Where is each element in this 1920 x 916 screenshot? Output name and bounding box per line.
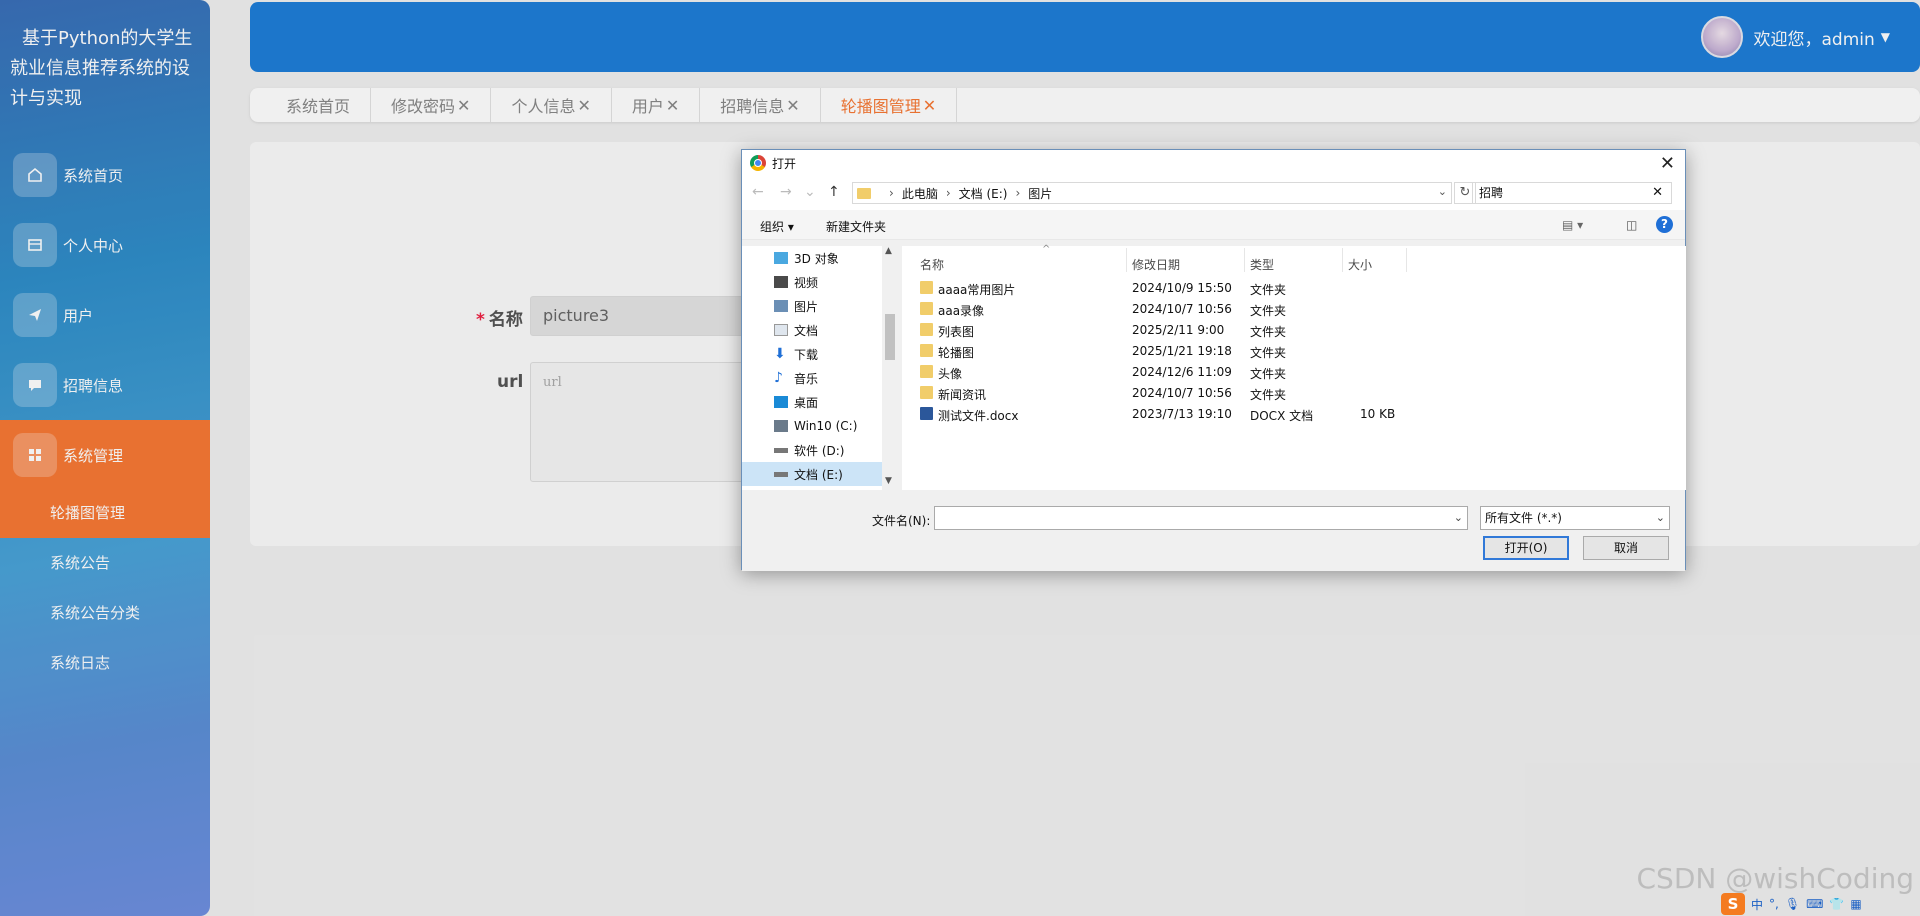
- scroll-up-icon[interactable]: ▲: [885, 246, 892, 256]
- watermark: CSDN @wishCoding: [1636, 862, 1915, 895]
- view-options-icon[interactable]: ▤ ▾: [1562, 218, 1583, 232]
- folder-icon: [920, 323, 933, 336]
- filename-input[interactable]: ⌄: [934, 506, 1468, 530]
- tree-item[interactable]: ⬇ 下载: [742, 342, 898, 366]
- recent-chevron-icon[interactable]: ⌄: [804, 184, 816, 200]
- file-list: 名称 ^ 修改日期 类型 大小 aaaa常用图片 2024/10/9 15:50 文…: [902, 244, 1686, 490]
- search-input[interactable]: 招聘 ✕: [1472, 182, 1672, 204]
- folder-icon: [920, 281, 933, 294]
- folder-icon: [920, 365, 933, 378]
- drive-icon: [774, 447, 788, 453]
- tree-item[interactable]: 文档: [742, 318, 898, 342]
- sogou-logo-icon[interactable]: S: [1721, 893, 1745, 915]
- file-row[interactable]: 新闻资讯 2024/10/7 10:56 文件夹: [914, 383, 1674, 404]
- download-icon: ⬇: [774, 346, 786, 362]
- ime-mode[interactable]: 中: [1751, 896, 1763, 913]
- file-row[interactable]: aaaa常用图片 2024/10/9 15:50 文件夹: [914, 278, 1674, 299]
- address-bar[interactable]: › 此电脑 › 文档 (E:) › 图片 ⌄: [852, 182, 1452, 204]
- filetype-select[interactable]: 所有文件 (*.*) ⌄: [1480, 506, 1670, 530]
- file-row[interactable]: 列表图 2025/2/11 9:00 文件夹: [914, 320, 1674, 341]
- dialog-title: 打开: [772, 156, 797, 171]
- chevron-down-icon: ⌄: [1655, 511, 1665, 524]
- column-divider[interactable]: [1406, 248, 1407, 272]
- preview-pane-icon[interactable]: ◫: [1626, 218, 1637, 232]
- close-icon[interactable]: ✕: [1660, 153, 1675, 174]
- tree-item[interactable]: 3D 对象: [742, 246, 898, 270]
- dialog-footer: 文件名(N): ⌄ 所有文件 (*.*) ⌄ 打开(O) 取消: [742, 490, 1685, 571]
- breadcrumb-item[interactable]: 文档 (E:): [959, 185, 1008, 202]
- skin-icon[interactable]: 👕: [1829, 897, 1844, 911]
- organize-menu[interactable]: 组织 ▾: [760, 218, 794, 235]
- navigation-tree: 3D 对象 视频 图片 文档 ⬇ 下载 ♪ 音乐 桌面 Win10 (C:) 软件 …: [742, 246, 898, 490]
- tree-item[interactable]: ♪ 音乐: [742, 366, 898, 390]
- tree-scrollbar[interactable]: ▲ ▼: [882, 246, 898, 490]
- file-row[interactable]: 头像 2024/12/6 11:09 文件夹: [914, 362, 1674, 383]
- tree-item[interactable]: 视频: [742, 270, 898, 294]
- column-divider[interactable]: [1126, 248, 1127, 272]
- cancel-button[interactable]: 取消: [1583, 536, 1669, 560]
- search-value: 招聘: [1479, 186, 1504, 200]
- folder-icon: [857, 187, 871, 199]
- folder-icon: [920, 344, 933, 357]
- column-date[interactable]: 修改日期: [1132, 256, 1180, 273]
- video-icon: [774, 276, 788, 288]
- tree-item[interactable]: Win10 (C:): [742, 414, 898, 438]
- clear-icon[interactable]: ✕: [1652, 183, 1663, 203]
- scroll-down-icon[interactable]: ▼: [885, 476, 892, 486]
- new-folder-button[interactable]: 新建文件夹: [826, 218, 886, 235]
- chevron-down-icon[interactable]: ⌄: [1454, 511, 1463, 524]
- sort-up-icon: ^: [1042, 244, 1051, 255]
- file-row[interactable]: 测试文件.docx 2023/7/13 19:10 DOCX 文档 10 KB: [914, 404, 1674, 425]
- file-row[interactable]: 轮播图 2025/1/21 19:18 文件夹: [914, 341, 1674, 362]
- tree-item[interactable]: 桌面: [742, 390, 898, 414]
- forward-arrow-icon[interactable]: →: [780, 184, 792, 200]
- dialog-navbar: ← → ⌄ ↑ › 此电脑 › 文档 (E:) › 图片 ⌄ ↻ 招聘 ✕: [742, 176, 1685, 210]
- punctuation-icon[interactable]: °,: [1769, 897, 1779, 911]
- file-row[interactable]: aaa录像 2024/10/7 10:56 文件夹: [914, 299, 1674, 320]
- back-arrow-icon[interactable]: ←: [752, 184, 764, 200]
- chevron-down-icon[interactable]: ⌄: [1438, 185, 1447, 198]
- microphone-icon[interactable]: 🎙: [1785, 897, 1800, 911]
- chevron-right-icon: ›: [889, 186, 894, 200]
- ime-tray: S 中 °, 🎙 ⌨ 👕 ▦: [1715, 892, 1920, 916]
- word-doc-icon: [920, 407, 933, 420]
- drive-icon: [774, 471, 788, 477]
- tree-item[interactable]: 图片: [742, 294, 898, 318]
- column-type[interactable]: 类型: [1250, 256, 1274, 273]
- folder-icon: [920, 302, 933, 315]
- pictures-icon: [774, 300, 788, 312]
- help-icon[interactable]: ?: [1656, 216, 1673, 233]
- chevron-right-icon: ›: [1015, 186, 1021, 200]
- 3d-objects-icon: [774, 252, 788, 264]
- folder-icon: [920, 386, 933, 399]
- tree-item-selected[interactable]: 文档 (E:): [742, 462, 898, 486]
- file-open-dialog: 打开 ✕ ← → ⌄ ↑ › 此电脑 › 文档 (E:) › 图片 ⌄ ↻ 招聘…: [741, 149, 1686, 571]
- scroll-thumb[interactable]: [885, 314, 895, 360]
- chevron-right-icon: ›: [945, 186, 951, 200]
- breadcrumb-item[interactable]: 此电脑: [902, 185, 938, 202]
- keyboard-icon[interactable]: ⌨: [1806, 897, 1823, 911]
- toolbox-icon[interactable]: ▦: [1850, 897, 1861, 911]
- tree-item[interactable]: 软件 (D:): [742, 438, 898, 462]
- column-name[interactable]: 名称: [920, 256, 944, 273]
- documents-icon: [774, 324, 788, 336]
- filename-label: 文件名(N):: [872, 514, 931, 528]
- music-icon: ♪: [774, 370, 783, 386]
- up-arrow-icon[interactable]: ↑: [828, 184, 840, 200]
- open-button[interactable]: 打开(O): [1483, 536, 1569, 560]
- chrome-icon: [750, 155, 766, 171]
- column-size[interactable]: 大小: [1348, 256, 1372, 273]
- column-divider[interactable]: [1342, 248, 1343, 272]
- breadcrumb-item[interactable]: 图片: [1028, 185, 1052, 202]
- desktop-icon: [774, 396, 788, 408]
- dialog-titlebar: 打开 ✕: [742, 150, 1685, 176]
- drive-icon: [774, 420, 788, 432]
- dialog-toolbar: 组织 ▾ 新建文件夹 ▤ ▾ ◫ ?: [742, 210, 1685, 240]
- column-divider[interactable]: [1244, 248, 1245, 272]
